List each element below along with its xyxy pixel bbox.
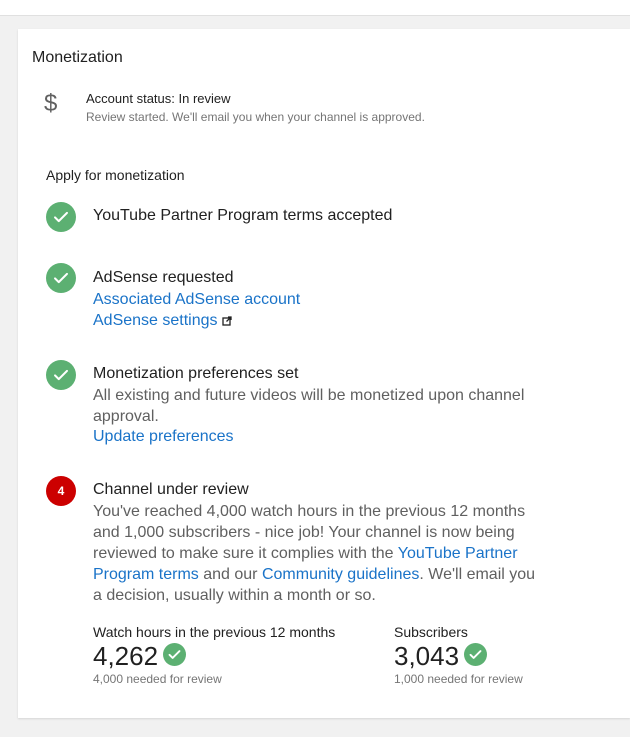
update-preferences-link[interactable]: Update preferences [93,428,234,445]
step-terms-title: YouTube Partner Program terms accepted [93,207,393,224]
external-link-icon [221,316,232,326]
account-status-title: Account status: In review [86,91,231,106]
review-text-2: and our [198,566,262,583]
adsense-account-line: Associated AdSense account [93,289,300,310]
step-preferences-title: Monetization preferences set [93,365,299,382]
watch-hours-value: 4,262 [93,641,159,671]
section-title: Apply for monetization [46,167,185,183]
check-icon [46,263,76,293]
step-review-description: You've reached 4,000 watch hours in the … [93,501,548,606]
check-icon [46,360,76,390]
account-status-subtitle: Review started. We'll email you when you… [86,110,425,124]
monetization-card: Monetization $ Account status: In review… [18,29,630,718]
subscribers-value: 3,043 [394,641,460,671]
step-number-badge: 4 [46,476,76,506]
associated-adsense-account-link[interactable]: Associated AdSense account [93,291,300,308]
dollar-icon: $ [44,90,58,117]
step-preferences-description: All existing and future videos will be m… [93,387,525,425]
watch-hours-note: 4,000 needed for review [93,672,222,686]
card-title: Monetization [32,49,123,66]
subscribers-note: 1,000 needed for review [394,672,523,686]
check-icon [46,202,76,232]
community-guidelines-link[interactable]: Community guidelines [262,566,419,583]
subscribers-label: Subscribers [394,624,468,640]
check-icon [163,643,186,666]
adsense-settings-link[interactable]: AdSense settings [93,312,218,329]
update-preferences-line: Update preferences [93,426,234,447]
step-review-title: Channel under review [93,481,249,498]
check-icon [464,643,487,666]
step-adsense-title: AdSense requested [93,269,234,286]
adsense-settings-line: AdSense settings [93,310,232,331]
top-bar [0,0,630,16]
watch-hours-label: Watch hours in the previous 12 months [93,624,336,640]
